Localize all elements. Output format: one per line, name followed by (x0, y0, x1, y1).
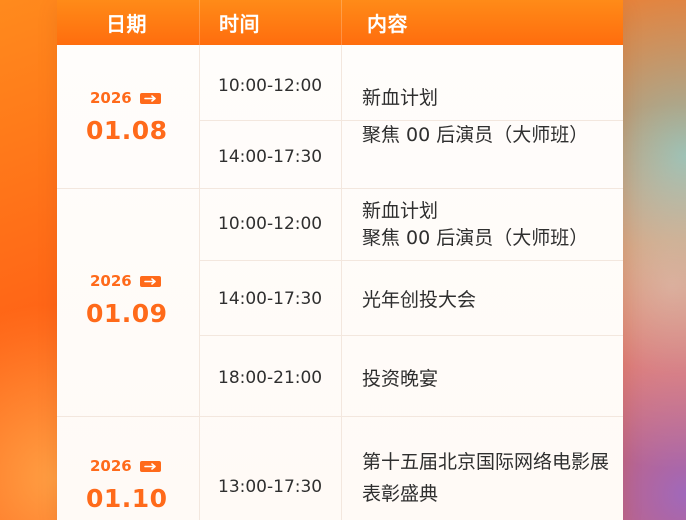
schedule-table: 日期 时间 内容 2026 01.08 10:00-12:00 新血计划 聚焦 … (57, 0, 623, 520)
time-label: 10:00-12:00 (218, 214, 323, 234)
time-label: 13:00-17:30 (218, 477, 323, 497)
header-date: 日期 (57, 0, 200, 45)
year-line: 2026 (90, 274, 161, 289)
content-cell (342, 121, 623, 189)
content-line: 新血计划 (362, 200, 439, 222)
arrow-right-icon (139, 276, 161, 287)
content-cell: 新血计划 聚焦 00 后演员（大师班） (342, 45, 623, 145)
content-cell: 新血计划 聚焦 00 后演员（大师班） (342, 189, 623, 260)
time-cell: 10:00-12:00 (200, 45, 342, 120)
year-label: 2026 (90, 89, 132, 107)
time-cell: 18:00-21:00 (200, 336, 342, 417)
session-row: 13:00-17:30 第十五届北京国际网络电影展 表彰盛典 (200, 417, 623, 520)
date-cell: 2026 01.09 (57, 189, 200, 416)
year-line: 2026 (90, 91, 161, 106)
table-header: 日期 时间 内容 (57, 0, 623, 45)
content-line: 聚焦 00 后演员（大师班） (362, 227, 589, 249)
session-row: 10:00-12:00 新血计划 聚焦 00 后演员（大师班） (200, 189, 623, 261)
time-label: 14:00-17:30 (218, 147, 323, 167)
year-label: 2026 (90, 457, 132, 475)
date-label: 01.08 (86, 116, 168, 145)
time-cell: 14:00-17:30 (200, 121, 342, 189)
date-label: 01.09 (86, 299, 168, 328)
arrow-right-icon (139, 93, 161, 104)
year-label: 2026 (90, 272, 132, 290)
day-row-0108: 2026 01.08 10:00-12:00 新血计划 聚焦 00 后演员（大师… (57, 45, 623, 189)
year-line: 2026 (90, 459, 161, 474)
time-label: 10:00-12:00 (218, 76, 323, 96)
time-label: 14:00-17:30 (218, 289, 323, 309)
header-time: 时间 (200, 0, 342, 45)
table-body: 2026 01.08 10:00-12:00 新血计划 聚焦 00 后演员（大师… (57, 45, 623, 520)
session-row: 18:00-21:00 投资晚宴 (200, 336, 623, 417)
content-line: 光年创投大会 (362, 289, 477, 311)
time-label: 18:00-21:00 (218, 368, 323, 388)
arrow-right-icon (139, 461, 161, 472)
content-cell: 光年创投大会 (342, 261, 623, 335)
session-row: 14:00-17:30 光年创投大会 (200, 261, 623, 336)
date-label: 01.10 (86, 484, 168, 513)
header-content: 内容 (367, 12, 408, 36)
content-cell: 投资晚宴 (342, 336, 623, 417)
date-cell: 2026 01.08 (57, 45, 200, 188)
session-row: 10:00-12:00 新血计划 聚焦 00 后演员（大师班） (200, 45, 623, 145)
day-row-0109: 2026 01.09 10:00-12:00 新血计划 聚焦 00 后演员（大师… (57, 189, 623, 417)
content-line: 表彰盛典 (362, 483, 439, 505)
content-line: 第十五届北京国际网络电影展 (362, 451, 610, 473)
time-cell: 14:00-17:30 (200, 261, 342, 335)
day-row-0110: 2026 01.10 13:00-17:30 第十五届北京国际网络电影展 表彰盛… (57, 417, 623, 520)
content-cell: 第十五届北京国际网络电影展 表彰盛典 (342, 417, 623, 520)
date-cell: 2026 01.10 (57, 417, 200, 520)
content-line: 投资晚宴 (362, 368, 439, 390)
time-cell: 10:00-12:00 (200, 189, 342, 260)
session-row: 14:00-17:30 (200, 121, 623, 189)
time-cell: 13:00-17:30 (200, 417, 342, 520)
content-line: 新血计划 (362, 87, 439, 109)
